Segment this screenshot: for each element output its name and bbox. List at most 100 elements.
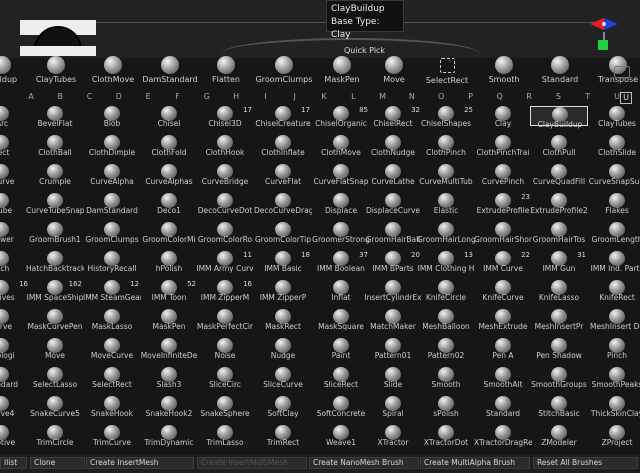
- quick-pick-damstandard[interactable]: DamStandard: [140, 56, 200, 86]
- brush-item[interactable]: Weave1: [312, 425, 370, 447]
- letter-filter-e[interactable]: E: [143, 92, 153, 101]
- brush-item[interactable]: CurveAlpha: [83, 164, 141, 186]
- brush-item[interactable]: ClothPinch: [417, 135, 475, 157]
- brush-item[interactable]: ClothNudge: [364, 135, 422, 157]
- brush-item[interactable]: TrimRect: [254, 425, 312, 447]
- brush-item[interactable]: 31 IMM Gun: [530, 251, 588, 273]
- letter-filter-c[interactable]: C: [85, 92, 95, 101]
- brush-item[interactable]: Inflat: [312, 280, 370, 302]
- bottom-button-2[interactable]: Create InsertMesh: [86, 457, 194, 469]
- brush-item[interactable]: CurveMultiTub: [417, 164, 475, 186]
- brush-item[interactable]: 25 ChiselShapes: [417, 106, 475, 128]
- brush-item[interactable]: SliceCurve: [254, 367, 312, 389]
- brush-item[interactable]: GroomColorTip: [254, 222, 312, 244]
- brush-item[interactable]: InsertCylindrEx: [364, 280, 422, 302]
- brush-item[interactable]: IMM ZipperP: [254, 280, 312, 302]
- brush-item[interactable]: GroomHairBall: [364, 222, 422, 244]
- bottom-button-6[interactable]: Reset All Brushes: [533, 457, 638, 469]
- brush-item[interactable]: SmoothGroups: [530, 367, 588, 389]
- brush-item[interactable]: 17 ChiselCreature: [254, 106, 312, 128]
- brush-item[interactable]: hPolish: [140, 251, 198, 273]
- brush-item[interactable]: Elastic: [417, 193, 475, 215]
- brush-item[interactable]: SoftConcrete: [312, 396, 370, 418]
- letter-filter-h[interactable]: H: [231, 92, 241, 101]
- axis-gizmo-icon[interactable]: [586, 14, 622, 54]
- quick-pick-standard[interactable]: Standard: [530, 56, 590, 86]
- brush-item[interactable]: Displace: [312, 193, 370, 215]
- brush-item[interactable]: StitchBasic: [530, 396, 588, 418]
- letter-filter-k[interactable]: K: [319, 92, 329, 101]
- brush-item[interactable]: GroomLength: [588, 222, 640, 244]
- brush-item[interactable]: 162 IMM SpaceShip: [26, 280, 84, 302]
- brush-item[interactable]: ClothDimple: [83, 135, 141, 157]
- brush-item[interactable]: SelectLasso: [26, 367, 84, 389]
- letter-filter-d[interactable]: D: [114, 92, 124, 101]
- brush-item[interactable]: CurveAlphas: [140, 164, 198, 186]
- letter-filter-i[interactable]: I: [260, 92, 270, 101]
- brush-item[interactable]: 32 ChiselRect: [364, 106, 422, 128]
- brush-item[interactable]: GroomBrush1: [26, 222, 84, 244]
- quick-pick-maskpen[interactable]: MaskPen: [312, 56, 372, 86]
- brush-item[interactable]: ClothPinchTrai: [474, 135, 532, 157]
- brush-item[interactable]: GroomColorRo: [196, 222, 254, 244]
- bottom-button-1[interactable]: Clone: [30, 457, 85, 469]
- letter-filter-j[interactable]: J: [290, 92, 300, 101]
- brush-item[interactable]: SnakeCurve5: [26, 396, 84, 418]
- brush-item[interactable]: GroomColorMi: [140, 222, 198, 244]
- brush-item[interactable]: HistoryRecall: [83, 251, 141, 273]
- brush-item[interactable]: DamStandard: [83, 193, 141, 215]
- quick-pick-move[interactable]: Move: [364, 56, 424, 86]
- brush-item[interactable]: MeshInsert Do: [588, 309, 640, 331]
- brush-item[interactable]: Move: [26, 338, 84, 360]
- brush-item[interactable]: SnakeSphere: [196, 396, 254, 418]
- brush-item[interactable]: MaskLasso: [83, 309, 141, 331]
- brush-item[interactable]: Blob: [83, 106, 141, 128]
- brush-item[interactable]: 85 ChiselOrganic: [312, 106, 370, 128]
- letter-filter-l[interactable]: L: [348, 92, 358, 101]
- letter-filter-n[interactable]: N: [407, 92, 417, 101]
- brush-item[interactable]: GroomHairShor: [474, 222, 532, 244]
- bottom-button-4[interactable]: Create NanoMesh Brush: [309, 457, 419, 469]
- brush-item[interactable]: 37 IMM Boolean: [312, 251, 370, 273]
- quick-pick-smooth[interactable]: Smooth: [474, 56, 534, 86]
- brush-item[interactable]: IMM Ind. Parts: [588, 251, 640, 273]
- brush-item[interactable]: CurveBridge: [196, 164, 254, 186]
- brush-item[interactable]: KnifeCircle: [417, 280, 475, 302]
- brush-item[interactable]: Slide: [364, 367, 422, 389]
- brush-item[interactable]: DecoCurveDrag: [254, 193, 312, 215]
- brush-item[interactable]: CurveFlat: [254, 164, 312, 186]
- brush-item[interactable]: SnakeHook: [83, 396, 141, 418]
- brush-item[interactable]: CurveQuadFill: [530, 164, 588, 186]
- brush-item[interactable]: ClothHook: [196, 135, 254, 157]
- quick-pick-selectrect[interactable]: SelectRect: [417, 56, 477, 86]
- brush-item[interactable]: TrimCurve: [83, 425, 141, 447]
- brush-item[interactable]: GroomHairTos: [530, 222, 588, 244]
- brush-item[interactable]: ZProject: [588, 425, 640, 447]
- brush-item[interactable]: Spiral: [364, 396, 422, 418]
- brush-item[interactable]: MeshInsertPr: [530, 309, 588, 331]
- brush-item[interactable]: ClothSlide: [588, 135, 640, 157]
- brush-item[interactable]: Smooth: [417, 367, 475, 389]
- canvas-preview[interactable]: [20, 20, 96, 56]
- quick-pick-claytubes[interactable]: ClayTubes: [26, 56, 86, 86]
- brush-item[interactable]: Crumple: [26, 164, 84, 186]
- brush-item[interactable]: HatchBacktrack: [26, 251, 84, 273]
- brush-item[interactable]: KnifeLasso: [530, 280, 588, 302]
- brush-item[interactable]: 18 IMM Basic: [254, 251, 312, 273]
- brush-item[interactable]: 13 IMM Clothing H: [417, 251, 475, 273]
- brush-item[interactable]: MoveInfiniteDe: [140, 338, 198, 360]
- brush-item[interactable]: 52 IMM Toon: [140, 280, 198, 302]
- quick-pick-groomclumps[interactable]: GroomClumps: [254, 56, 314, 86]
- brush-item[interactable]: Pattern01: [364, 338, 422, 360]
- brush-item[interactable]: TrimLasso: [196, 425, 254, 447]
- brush-item[interactable]: XTractorDot: [417, 425, 475, 447]
- brush-item[interactable]: CurveLathe: [364, 164, 422, 186]
- brush-item[interactable]: MeshExtrude: [474, 309, 532, 331]
- brush-item[interactable]: Pattern02: [417, 338, 475, 360]
- brush-item[interactable]: Standard: [474, 396, 532, 418]
- brush-item[interactable]: 23 ExtrudeProfile: [474, 193, 532, 215]
- brush-item[interactable]: MatchMaker: [364, 309, 422, 331]
- brush-item[interactable]: ZModeler: [530, 425, 588, 447]
- brush-item[interactable]: Noise: [196, 338, 254, 360]
- brush-item[interactable]: 20 IMM BParts: [364, 251, 422, 273]
